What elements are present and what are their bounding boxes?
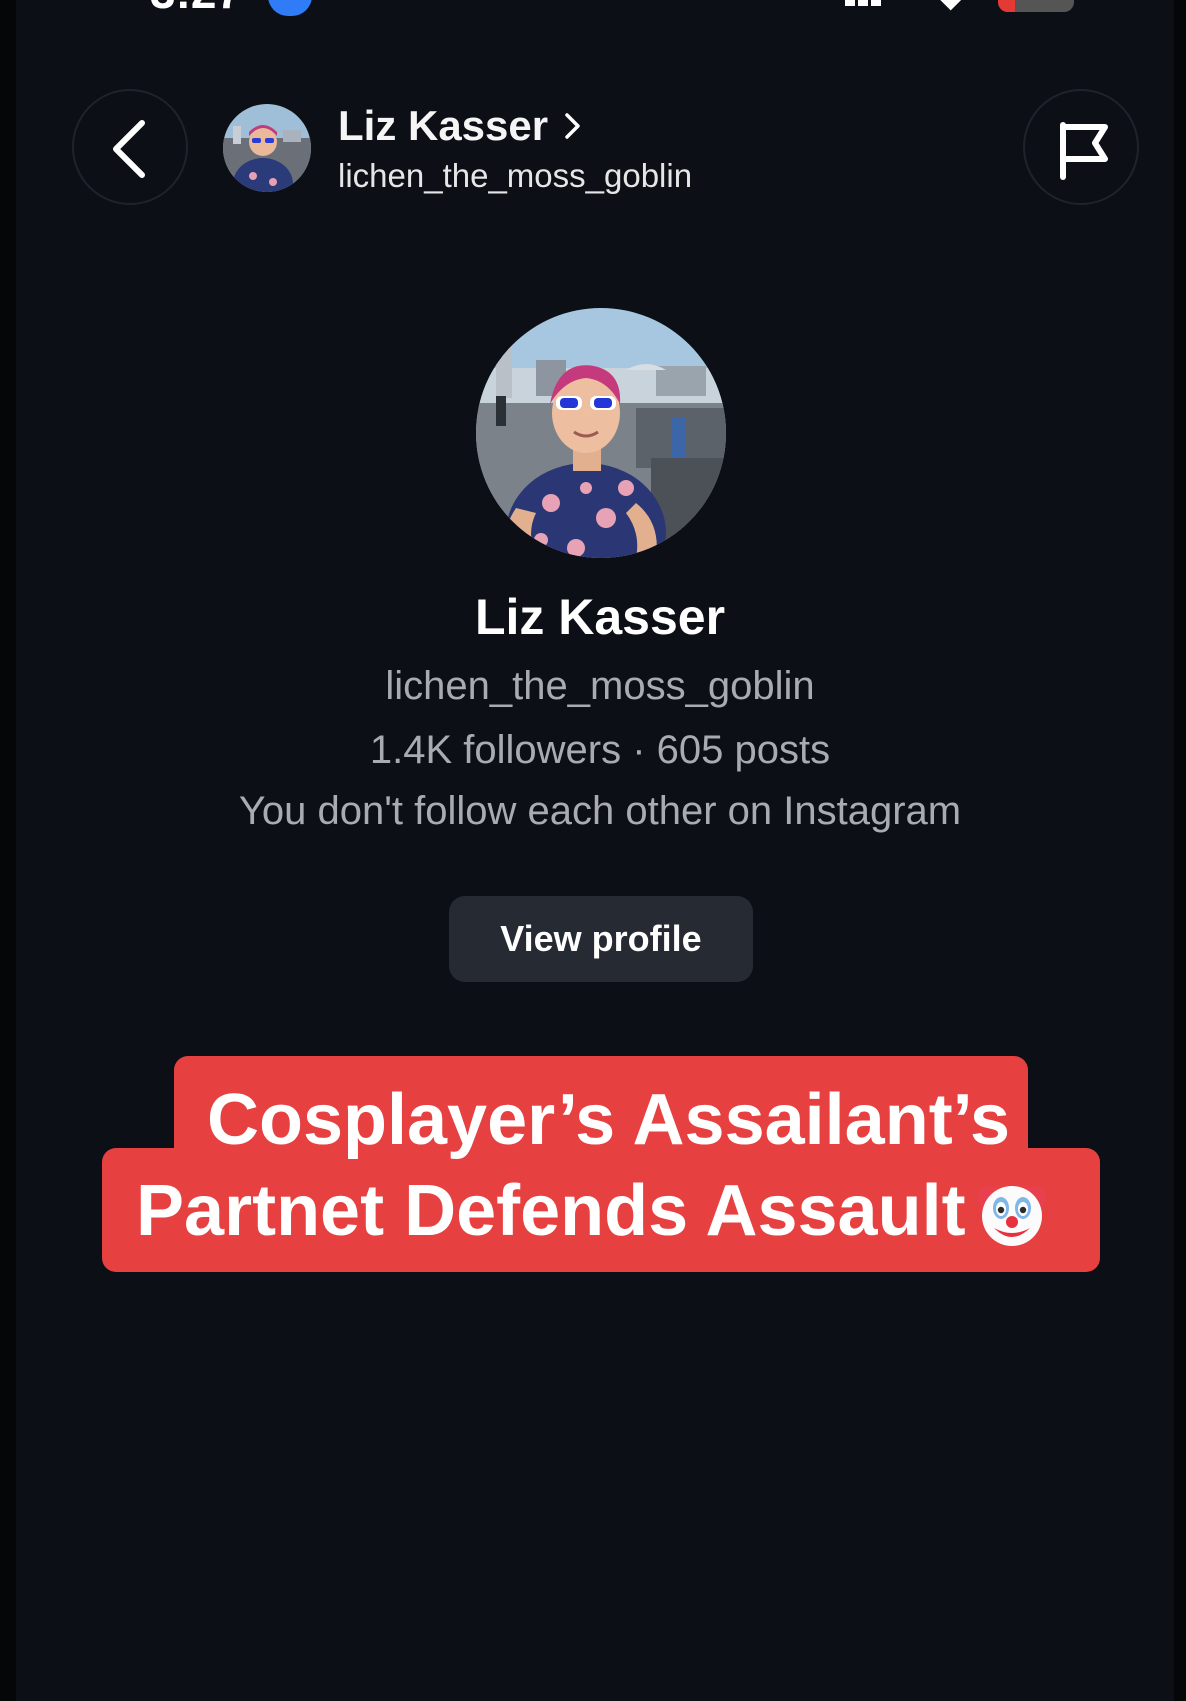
screen-right-edge bbox=[1174, 0, 1186, 1701]
flag-icon bbox=[1060, 122, 1108, 180]
header-name-link[interactable]: Liz Kasser bbox=[338, 100, 584, 152]
wifi-icon bbox=[936, 0, 964, 11]
status-time: 3:27 bbox=[150, 0, 242, 15]
header-username: lichen_the_moss_goblin bbox=[338, 157, 693, 194]
location-indicator-icon bbox=[268, 0, 312, 16]
report-button[interactable] bbox=[1023, 89, 1139, 205]
view-profile-button[interactable]: View profile bbox=[449, 896, 753, 982]
back-button[interactable] bbox=[72, 89, 188, 205]
caption-line-1: Cosplayer’s Assailant’s bbox=[207, 1080, 1011, 1160]
status-bar: 3:27 bbox=[0, 0, 1186, 16]
header-name: Liz Kasser bbox=[338, 102, 549, 149]
chevron-right-icon bbox=[565, 113, 580, 139]
chevron-left-icon bbox=[113, 120, 145, 178]
clown-face-icon bbox=[978, 1186, 1046, 1246]
profile-avatar[interactable] bbox=[476, 308, 726, 558]
screen-left-edge bbox=[0, 0, 16, 1701]
header-avatar[interactable] bbox=[223, 104, 311, 192]
cellular-signal-icon bbox=[845, 0, 897, 6]
profile-name: Liz Kasser bbox=[474, 589, 726, 645]
battery-icon bbox=[998, 0, 1074, 12]
caption-line-2: Partnet Defends Assault bbox=[136, 1171, 966, 1251]
follow-status-text: You don't follow each other on Instagram bbox=[238, 789, 962, 833]
profile-stats: 1.4K followers · 605 posts bbox=[369, 728, 831, 772]
profile-username: lichen_the_moss_goblin bbox=[385, 664, 815, 708]
